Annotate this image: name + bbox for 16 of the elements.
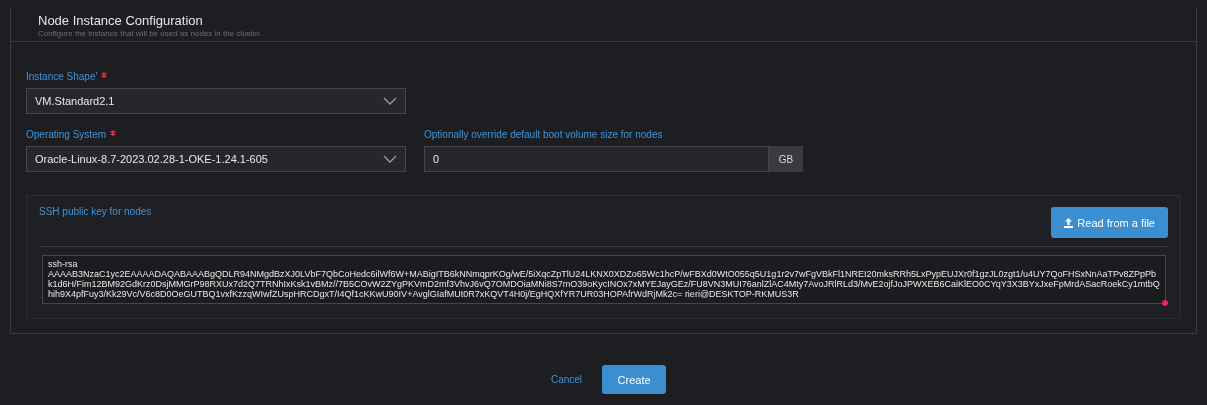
field-label: Optionally override default boot volume size for nodes (424, 129, 663, 140)
chevron-down-icon (383, 97, 397, 105)
unit-addon: GB (769, 146, 803, 172)
shape-select[interactable]: VM.Standard2.1 (26, 88, 406, 114)
resize-handle-icon[interactable] (1162, 300, 1168, 306)
section-title: Node Instance Configuration (38, 13, 204, 28)
volume-input[interactable]: 0 (424, 146, 769, 172)
section-subtitle: Configure the instance that will be used as nodes in the cluster. (38, 29, 263, 38)
field-label: Instance Shape' (26, 71, 98, 82)
field-label: SSH public key for nodes (39, 206, 152, 217)
key-textarea[interactable]: ssh-rsa AAAAB3NzaC1yc2EAAAADAQABAAABgQDLR94NMgdBzXJ0LVbF7QbCoHedc6ilWf6W+MABigITB6kNNmqprKOg/wE/5iXqcZpTlU24LKNX0XDZo65Wc1hcP/wFBXd0WtO055q5U1g1r2v7wFgVBkFl1NREI20mksRRh5LxPypEUJXr0f1gzJL0zgt1/u4UY7QoFHSxNnAaTPv8ZPpPbk1d6H/Fim12BM92GdKrz0DsjMMGrP98RXUx7d2Q7TRNhIxKsk1vBMz//7B5COvW2ZYgPKVmD2mf3VhvJ6vQ7OMDOiaMNi8S7mO39oKycINOx7xMYEJayGEz/FU8VN3MUI76anlZlAC4Mty7AvoJRlRLd3/MvE2ojfJoJPWXEB6CaiKlEO0CYqY3X3BYxJxeFpMrdASacRoekCy1mtbQhih9X4pfFuy3/Kk29Vc/V6c8D0OeGUTBQ1vxfKzzqWIwfZUspHRCDgxT/I4Qf1cKKwU90IV+AvglGIafMUt0R7xKQVT4H0j/EgHQXfYR7UR03HOPAfrWdRjMk2c= rieri@DESKTOP-RKMUS3R (42, 255, 1166, 304)
chevron-down-icon (383, 155, 397, 163)
field-label: Operating System (26, 129, 107, 140)
os-select[interactable]: Oracle-Linux-8.7-2023.02.28-1-OKE-1.24.1-605 (26, 146, 406, 172)
cancel-link[interactable]: Cancel (550, 374, 583, 385)
upload-icon (1064, 217, 1074, 228)
